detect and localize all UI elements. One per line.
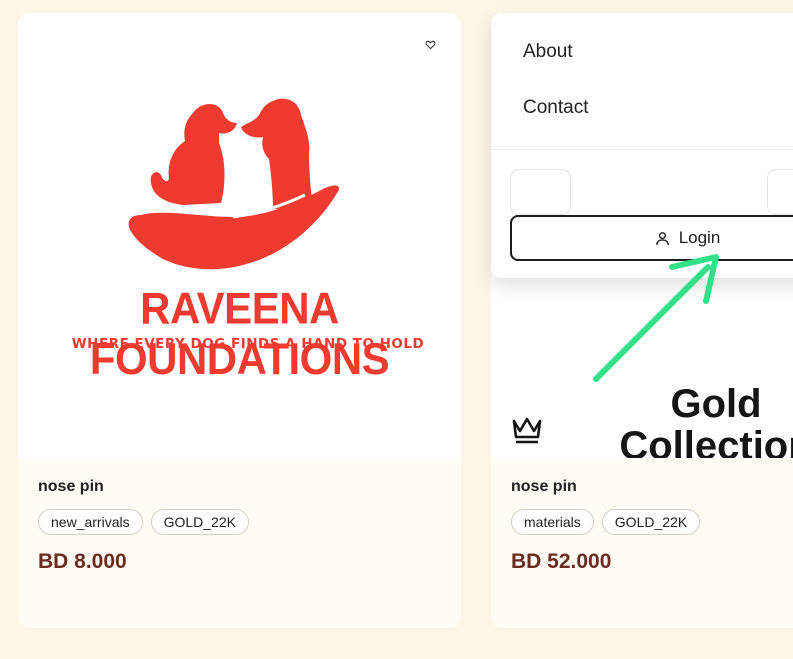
menu-item-about[interactable]: About: [523, 41, 573, 63]
tag-list: new_arrivals GOLD_22K: [38, 509, 441, 535]
menu-action-button[interactable]: [767, 169, 793, 215]
menu-action-button[interactable]: [510, 169, 571, 215]
tag-chip[interactable]: new_arrivals: [38, 509, 143, 535]
product-name[interactable]: nose pin: [511, 478, 791, 496]
brand-name: RAVEENA FOUNDATIONS: [89, 283, 390, 384]
product-name[interactable]: nose pin: [38, 478, 441, 496]
tag-chip[interactable]: materials: [511, 509, 594, 535]
brand-tagline: WHERE EVERY DOG FINDS A HAND TO HOLD: [71, 336, 425, 352]
left-dog-shape: [150, 104, 237, 205]
tag-chip[interactable]: GOLD_22K: [150, 509, 249, 535]
tag-list: materials GOLD_22K: [511, 509, 791, 535]
hand-shape: [128, 185, 340, 270]
login-button[interactable]: Login: [510, 215, 793, 261]
crown-icon: [512, 417, 542, 444]
collection-heading: Gold Collection: [619, 382, 793, 458]
favorite-button[interactable]: [423, 37, 437, 51]
product-info: nose pin new_arrivals GOLD_22K BD 8.000: [38, 478, 441, 574]
product-price: BD 52.000: [511, 550, 612, 573]
product-card[interactable]: RAVEENA FOUNDATIONS WHERE EVERY DOG FIND…: [18, 13, 461, 628]
page: RAVEENA FOUNDATIONS WHERE EVERY DOG FIND…: [0, 0, 793, 659]
product-image[interactable]: RAVEENA FOUNDATIONS WHERE EVERY DOG FIND…: [18, 13, 461, 458]
user-icon: [655, 231, 669, 245]
menu-divider: [491, 149, 793, 150]
dog-hand-logo: [128, 98, 340, 270]
product-price: BD 8.000: [38, 550, 127, 573]
login-label: Login: [678, 228, 721, 247]
tag-chip[interactable]: GOLD_22K: [601, 509, 701, 535]
right-dog-shape: [241, 98, 313, 209]
product-info: nose pin materials GOLD_22K BD 52.000: [511, 478, 791, 574]
nav-dropdown-menu: About Contact Login: [491, 13, 793, 278]
heart-icon: [425, 40, 435, 49]
menu-item-contact[interactable]: Contact: [523, 97, 588, 119]
